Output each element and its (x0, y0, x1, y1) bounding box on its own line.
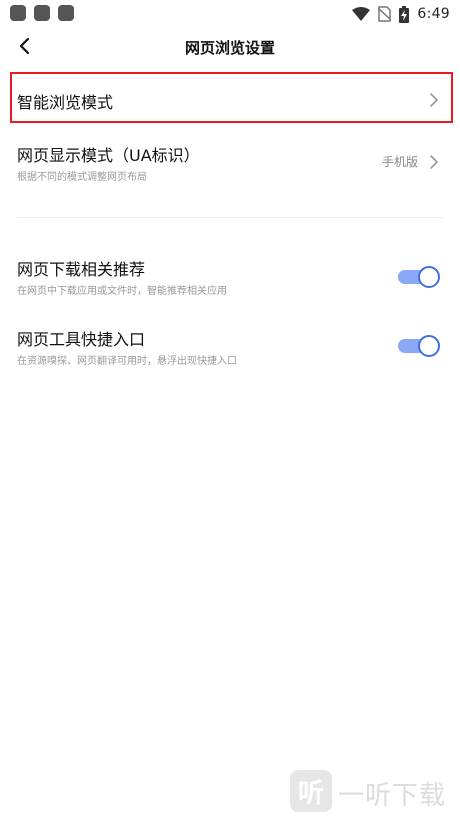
display-mode-row[interactable]: 网页显示模式（UA标识） 根据不同的模式调整网页布局 手机版 (0, 136, 460, 192)
tools-entry-row: 网页工具快捷入口 在资源嗅探、网页翻译可用时，悬浮出现快捷入口 (0, 326, 460, 370)
page-title: 网页浏览设置 (184, 39, 275, 57)
tools-entry-description: 在资源嗅探、网页翻译可用时，悬浮出现快捷入口 (17, 356, 237, 367)
display-mode-description: 根据不同的模式调整网页布局 (17, 172, 147, 183)
toggle-knob (418, 266, 440, 288)
tools-entry-label: 网页工具快捷入口 (17, 330, 146, 349)
chevron-right-icon (428, 154, 440, 170)
header-bar: 网页浏览设置 (0, 28, 460, 68)
wifi-icon (352, 7, 371, 21)
display-mode-label: 网页显示模式（UA标识） (17, 146, 200, 165)
no-sim-icon (378, 6, 392, 22)
watermark: 听 一听下载 (290, 767, 460, 817)
download-recommend-toggle[interactable] (398, 266, 440, 288)
display-mode-value: 手机版 (381, 155, 418, 169)
section-divider (17, 217, 443, 218)
highlight-frame (10, 72, 453, 123)
download-recommend-description: 在网页中下载应用或文件时，智能推荐相关应用 (17, 286, 227, 297)
watermark-logo: 听 (290, 770, 332, 812)
status-time: 6:49 (417, 6, 450, 22)
battery-charging-icon (399, 5, 410, 23)
toggle-knob (418, 335, 440, 357)
status-bar: 6:49 (0, 0, 460, 28)
tools-entry-toggle[interactable] (398, 335, 440, 357)
notification-icon (58, 5, 74, 21)
download-recommend-label: 网页下载相关推荐 (17, 260, 146, 279)
watermark-text: 一听下载 (338, 781, 447, 811)
notification-icon (10, 5, 26, 21)
download-recommend-row: 网页下载相关推荐 在网页中下载应用或文件时，智能推荐相关应用 (0, 256, 460, 300)
notification-icon (34, 5, 50, 21)
